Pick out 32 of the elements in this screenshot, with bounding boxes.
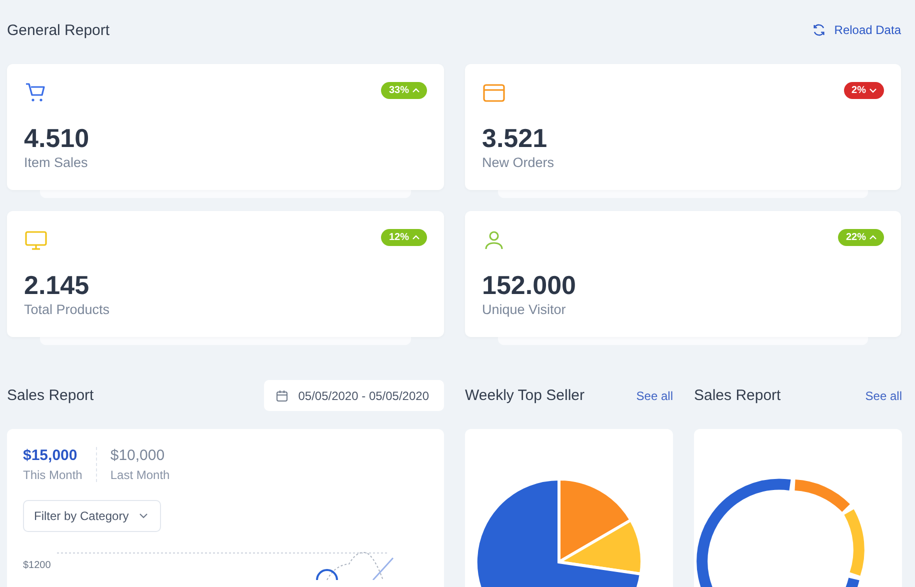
change-badge: 22%: [838, 229, 884, 246]
refresh-icon: [812, 23, 826, 37]
change-badge: 12%: [380, 229, 427, 246]
stat-label: Total Products: [24, 302, 111, 317]
stat-label: Unique Visitor: [482, 302, 567, 317]
stat-value: 4.510: [24, 123, 90, 153]
see-all-link[interactable]: See all: [636, 388, 673, 402]
stat-label: New Orders: [482, 155, 556, 170]
section-title: Weekly Top Seller: [465, 387, 585, 404]
page-title: General Report: [7, 22, 110, 38]
change-badge: 2%: [844, 82, 884, 99]
stat-value: 2.145: [24, 270, 90, 300]
see-all-link[interactable]: See all: [865, 388, 902, 402]
axis-label: $1200: [23, 560, 51, 570]
reload-data-button[interactable]: Reload Data: [812, 23, 901, 37]
date-range-picker[interactable]: 05/05/2020 - 05/05/2020: [264, 380, 444, 411]
calendar-icon: [276, 390, 288, 402]
monitor-icon: [24, 228, 48, 252]
period-label: This Month: [23, 468, 82, 482]
sales-amount[interactable]: $15,000: [23, 447, 82, 464]
stat-label: Item Sales: [24, 155, 89, 170]
sales-amount[interactable]: $10,000: [110, 447, 170, 464]
credit-card-icon: [482, 81, 506, 105]
stat-value: 3.521: [482, 123, 548, 153]
category-filter-dropdown[interactable]: Filter by Category: [23, 500, 161, 532]
change-badge: 33%: [380, 82, 427, 99]
chevron-down-icon: [138, 513, 148, 519]
period-label: Last Month: [110, 468, 170, 482]
user-icon: [482, 228, 506, 252]
section-title: Sales Report: [7, 387, 94, 404]
stat-value: 152.000: [482, 270, 577, 300]
section-title: Sales Report: [694, 387, 781, 404]
